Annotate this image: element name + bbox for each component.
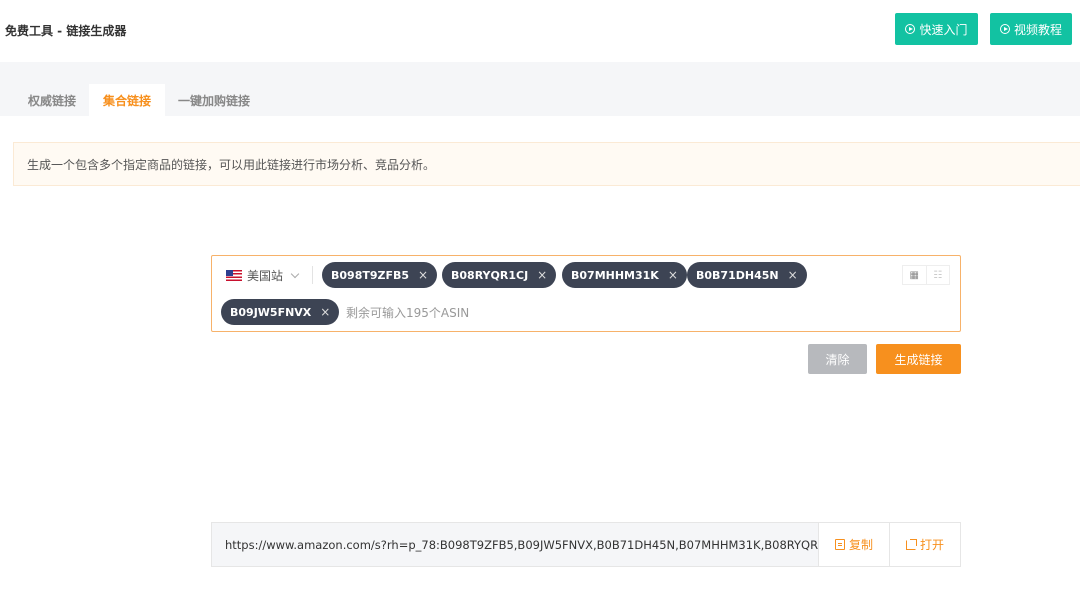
asin-chip: B08RYQR1CJ × [442, 262, 557, 288]
generate-link-button[interactable]: 生成链接 [876, 344, 961, 374]
video-tutorial-button[interactable]: 视频教程 [990, 13, 1072, 45]
copy-button[interactable]: 复制 [818, 523, 889, 566]
asin-chip: B0B71DH45N × [687, 262, 807, 288]
close-icon[interactable]: × [418, 268, 428, 282]
result-link-bar: https://www.amazon.com/s?rh=p_78:B098T9Z… [211, 522, 961, 567]
asin-chip: B09JW5FNVX × [221, 299, 340, 325]
close-icon[interactable]: × [537, 268, 547, 282]
us-flag-icon [226, 269, 242, 281]
site-select[interactable]: 美国站 [226, 266, 300, 284]
copy-icon [834, 539, 845, 550]
chevron-down-icon [290, 269, 300, 278]
close-icon[interactable]: × [320, 305, 330, 319]
asin-chip: B07MHHM31K × [562, 262, 687, 288]
asin-chip: B098T9ZFB5 × [322, 262, 438, 288]
grid-view-icon[interactable]: ▦ [903, 266, 926, 284]
quick-start-button[interactable]: 快速入门 [895, 13, 978, 45]
notice-banner: 生成一个包含多个指定商品的链接，可以用此链接进行市场分析、竞品分析。 [13, 142, 1080, 186]
site-label: 美国站 [247, 268, 284, 283]
tab-authority-link[interactable]: 权威链接 [14, 84, 90, 116]
external-link-icon [905, 538, 917, 550]
page-title: 免费工具 - 链接生成器 [5, 24, 127, 38]
result-url: https://www.amazon.com/s?rh=p_78:B098T9Z… [225, 537, 818, 552]
close-icon[interactable]: × [788, 268, 798, 282]
play-circle-icon [999, 24, 1010, 34]
play-circle-icon [905, 24, 916, 34]
view-toggle: ▦ ☷ [902, 265, 950, 285]
open-button[interactable]: 打开 [889, 523, 960, 566]
asin-input-box[interactable]: 美国站 B098T9ZFB5 × B08RYQR1CJ × B07MHHM31K… [211, 255, 961, 332]
tabs-bar: 权威链接 集合链接 一键加购链接 [0, 62, 1080, 116]
list-view-icon[interactable]: ☷ [925, 266, 950, 284]
divider [312, 266, 313, 284]
close-icon[interactable]: × [668, 268, 678, 282]
notice-text: 生成一个包含多个指定商品的链接，可以用此链接进行市场分析、竞品分析。 [27, 157, 436, 172]
tab-add-to-cart-link[interactable]: 一键加购链接 [164, 84, 264, 116]
page-header: 免费工具 - 链接生成器 快速入门 视频教程 [0, 0, 1080, 62]
asin-input-placeholder[interactable]: 剩余可输入195个ASIN [346, 304, 469, 321]
tab-collection-link[interactable]: 集合链接 [89, 84, 166, 116]
clear-button[interactable]: 清除 [808, 344, 867, 374]
